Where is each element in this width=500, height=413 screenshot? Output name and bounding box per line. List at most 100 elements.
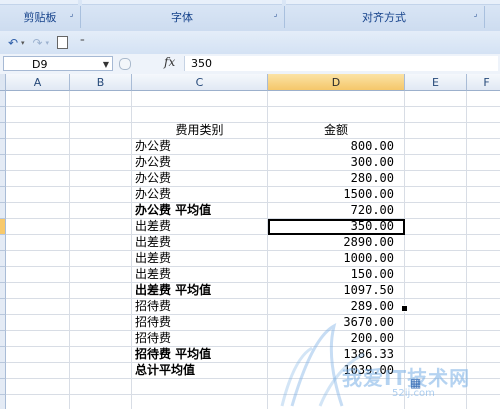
undo-icon[interactable]: ↶ (6, 36, 20, 50)
category-cell[interactable]: 出差费 (132, 251, 268, 267)
cell-e[interactable] (405, 251, 467, 267)
cell-a[interactable] (6, 171, 70, 187)
cell-e[interactable] (405, 139, 467, 155)
undo-dropdown-icon[interactable]: ▾ (21, 39, 25, 47)
column-header-a[interactable]: A (6, 74, 70, 91)
cell-a[interactable] (6, 91, 70, 107)
category-cell[interactable]: 出差费 (132, 235, 268, 251)
amount-cell[interactable]: 289.00 (268, 299, 405, 315)
category-cell[interactable]: 招待费 (132, 331, 268, 347)
category-cell[interactable]: 招待费 平均值 (132, 347, 268, 363)
header-amount[interactable]: 金额 (268, 123, 405, 139)
redo-dropdown-icon[interactable]: ▾ (46, 39, 50, 47)
cell-a[interactable] (6, 219, 70, 235)
cell-e[interactable] (405, 379, 467, 395)
cell-b[interactable] (70, 395, 132, 409)
cell-d[interactable] (268, 107, 405, 123)
column-header-c[interactable]: C (132, 74, 268, 91)
cell-a[interactable] (6, 123, 70, 139)
cell-e[interactable] (405, 171, 467, 187)
cell-c[interactable] (132, 395, 268, 409)
cell-f[interactable] (467, 299, 500, 315)
amount-cell[interactable]: 3670.00 (268, 315, 405, 331)
chevron-down-icon[interactable]: ▼ (103, 57, 109, 72)
cell-f[interactable] (467, 315, 500, 331)
redo-icon[interactable]: ↷ (31, 36, 45, 50)
cell-c[interactable] (132, 91, 268, 107)
cell-a[interactable] (6, 283, 70, 299)
amount-cell[interactable]: 1000.00 (268, 251, 405, 267)
column-header-f[interactable]: F (467, 74, 500, 91)
category-cell[interactable]: 出差费 (132, 219, 268, 235)
cell-f[interactable] (467, 139, 500, 155)
cell-b[interactable] (70, 267, 132, 283)
cell-e[interactable] (405, 283, 467, 299)
cell-e[interactable] (405, 331, 467, 347)
fill-handle[interactable] (401, 305, 408, 312)
cell-b[interactable] (70, 107, 132, 123)
customize-qat-icon[interactable]: ⁼ (80, 38, 85, 48)
cell-a[interactable] (6, 379, 70, 395)
category-cell[interactable]: 出差费 (132, 267, 268, 283)
cell-b[interactable] (70, 139, 132, 155)
cell-a[interactable] (6, 395, 70, 409)
cell-a[interactable] (6, 347, 70, 363)
cell-a[interactable] (6, 187, 70, 203)
cell-f[interactable] (467, 219, 500, 235)
cell-b[interactable] (70, 379, 132, 395)
cell-f[interactable] (467, 155, 500, 171)
amount-cell[interactable]: 1039.00 (268, 363, 405, 379)
worksheet-grid[interactable]: A B C D E F 费用类别 金额 办公费 800.00 办公费 300.00 办公费 2… (0, 74, 500, 409)
category-cell[interactable]: 办公费 (132, 171, 268, 187)
cell-a[interactable] (6, 315, 70, 331)
cell-f[interactable] (467, 251, 500, 267)
cell-f[interactable] (467, 379, 500, 395)
dialog-launcher-icon[interactable]: ⌟ (67, 9, 76, 18)
cell-a[interactable] (6, 331, 70, 347)
cell-a[interactable] (6, 155, 70, 171)
cell-f[interactable] (467, 107, 500, 123)
cell-a[interactable] (6, 235, 70, 251)
category-cell[interactable]: 招待费 (132, 299, 268, 315)
amount-cell[interactable]: 150.00 (268, 267, 405, 283)
amount-cell[interactable]: 720.00 (268, 203, 405, 219)
cell-c[interactable] (132, 379, 268, 395)
cell-d[interactable] (268, 91, 405, 107)
cell-b[interactable] (70, 235, 132, 251)
cell-e[interactable] (405, 299, 467, 315)
name-box[interactable]: D9 ▼ (3, 56, 113, 71)
cell-b[interactable] (70, 187, 132, 203)
cell-e[interactable] (405, 107, 467, 123)
category-cell[interactable]: 招待费 (132, 315, 268, 331)
amount-cell[interactable]: 2890.00 (268, 235, 405, 251)
cell-f[interactable] (467, 347, 500, 363)
new-document-icon[interactable] (57, 36, 69, 49)
cell-b[interactable] (70, 251, 132, 267)
category-cell[interactable]: 办公费 (132, 139, 268, 155)
cell-c[interactable] (132, 107, 268, 123)
cell-b[interactable] (70, 123, 132, 139)
cell-b[interactable] (70, 283, 132, 299)
cell-f[interactable] (467, 331, 500, 347)
cell-a[interactable] (6, 299, 70, 315)
cell-e[interactable] (405, 267, 467, 283)
cell-f[interactable] (467, 123, 500, 139)
category-cell[interactable]: 办公费 (132, 187, 268, 203)
cell-a[interactable] (6, 267, 70, 283)
cell-b[interactable] (70, 331, 132, 347)
cell-d[interactable] (268, 395, 405, 409)
cell-a[interactable] (6, 139, 70, 155)
amount-cell[interactable]: 1500.00 (268, 187, 405, 203)
cell-f[interactable] (467, 267, 500, 283)
cell-f[interactable] (467, 171, 500, 187)
cell-e[interactable] (405, 363, 467, 379)
category-cell[interactable]: 办公费 平均值 (132, 203, 268, 219)
cell-f[interactable] (467, 187, 500, 203)
resize-handle-icon[interactable] (119, 58, 131, 70)
cell-b[interactable] (70, 219, 132, 235)
cell-e[interactable] (405, 203, 467, 219)
cell-b[interactable] (70, 203, 132, 219)
cell-f[interactable] (467, 395, 500, 409)
formula-input[interactable]: 350 (184, 56, 498, 71)
category-cell[interactable]: 总计平均值 (132, 363, 268, 379)
